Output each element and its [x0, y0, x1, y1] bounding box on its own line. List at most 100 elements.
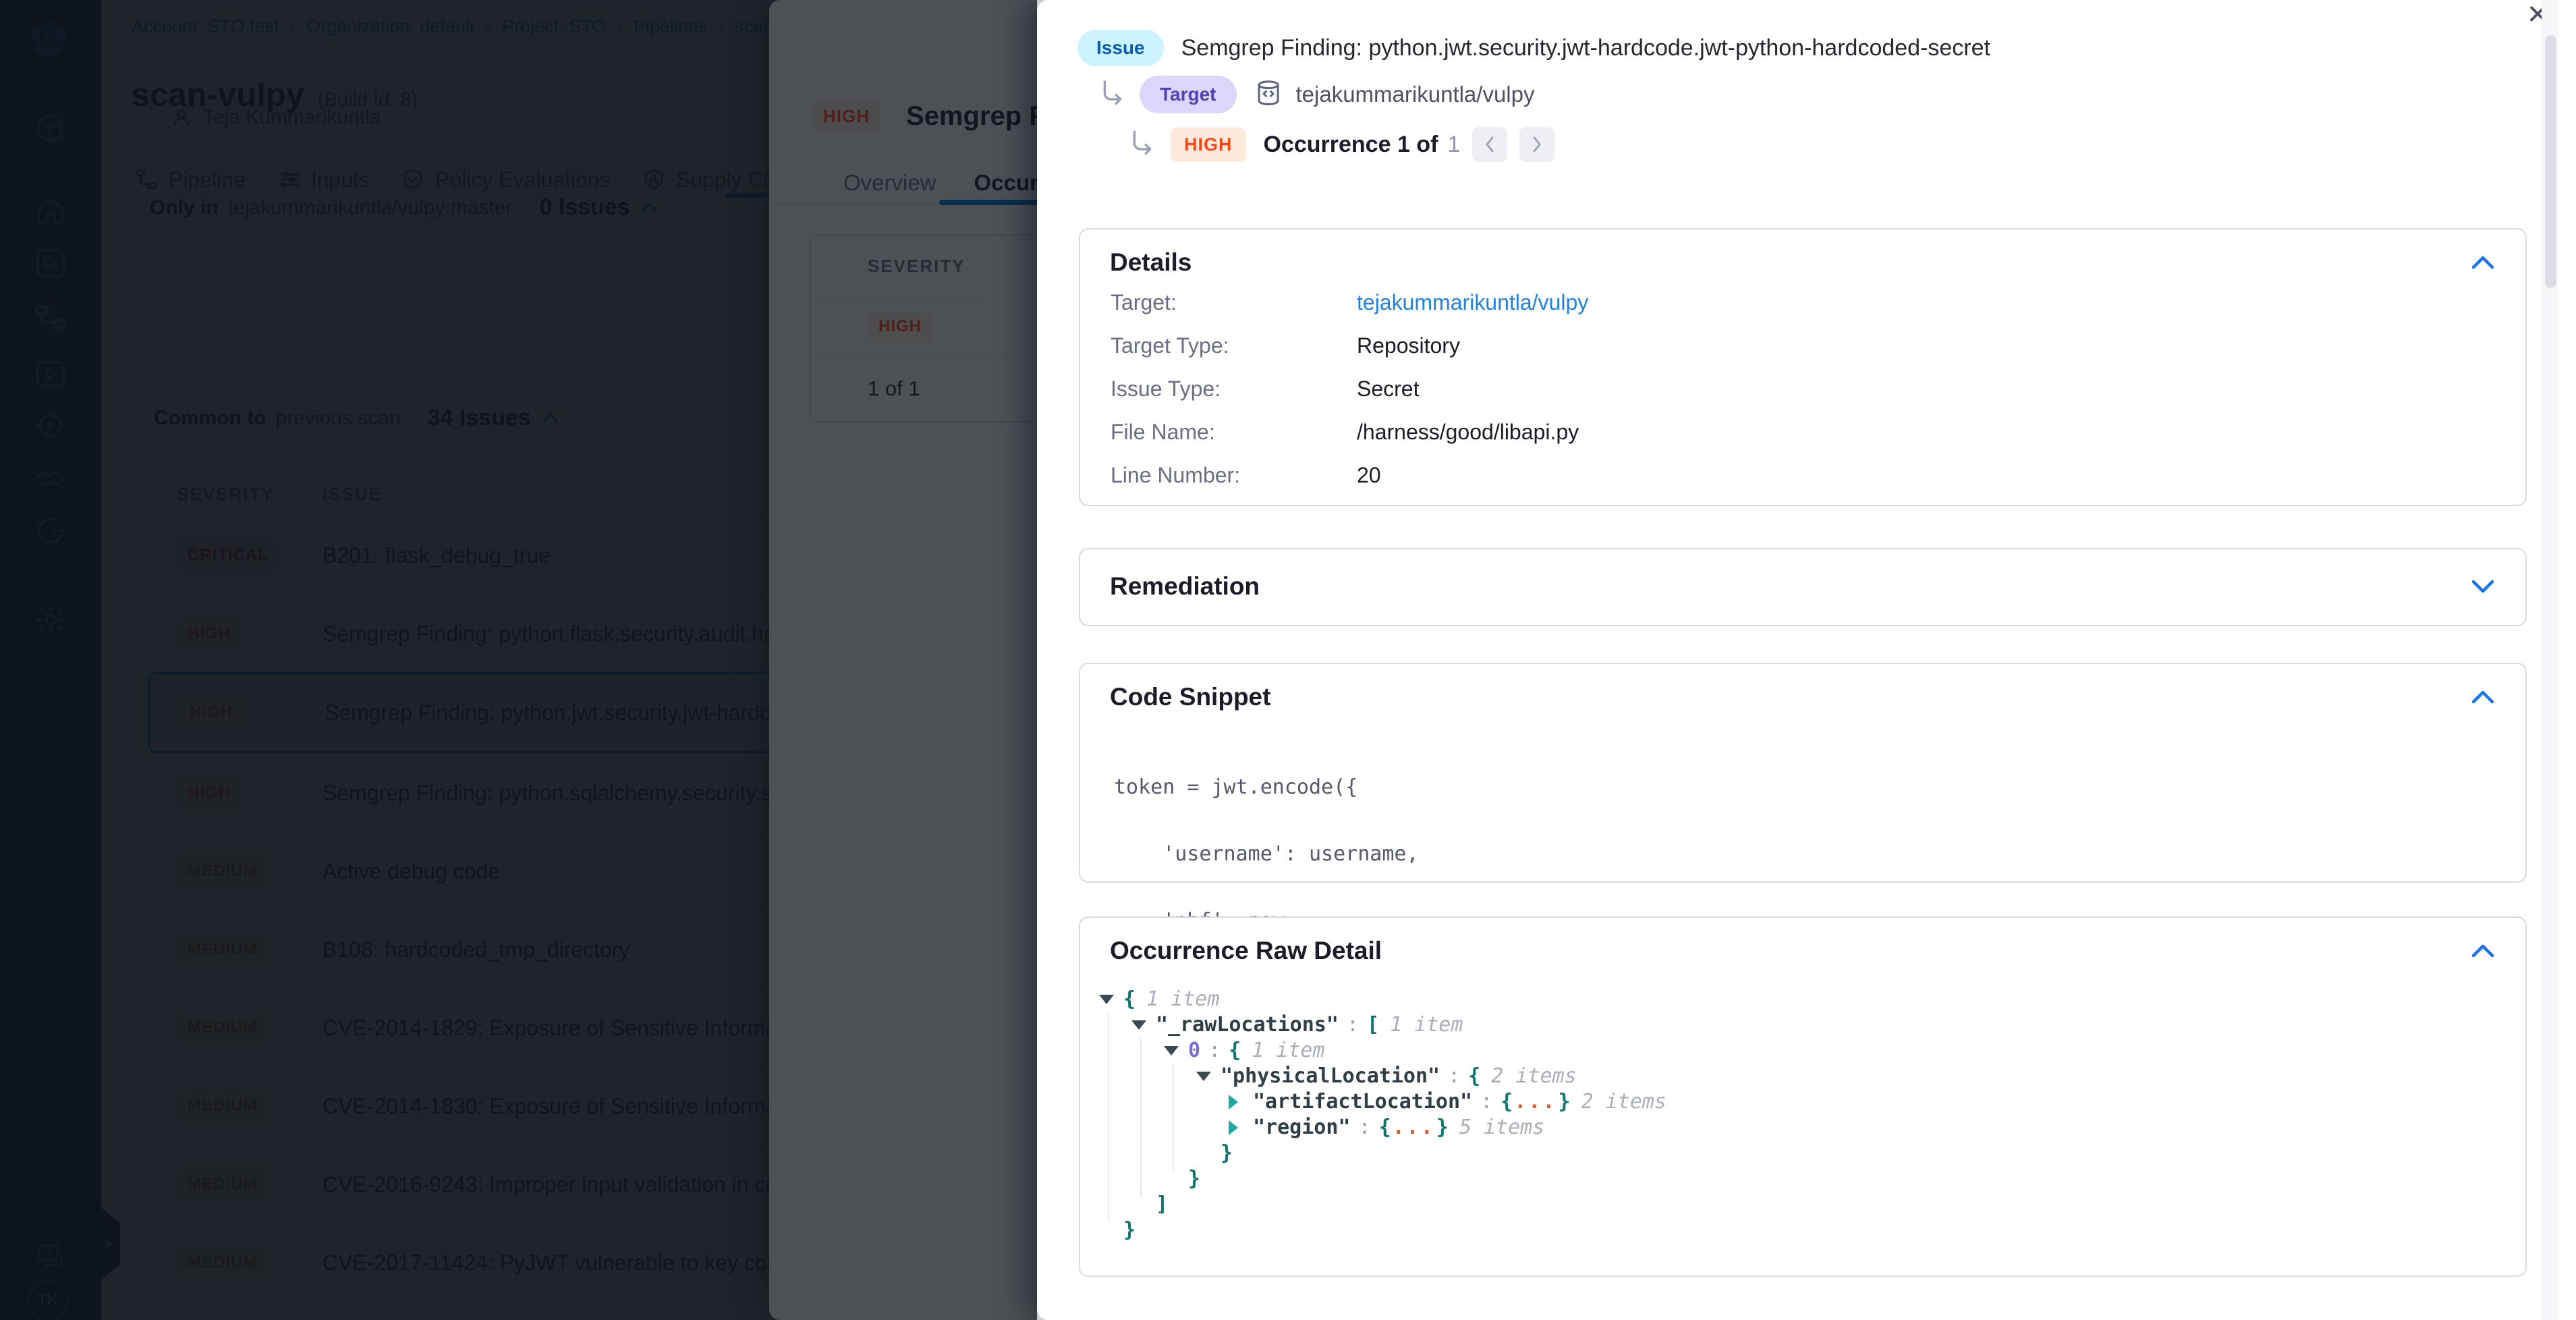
detail-label: Line Number:: [1111, 463, 1357, 488]
detail-label: Issue Type:: [1111, 377, 1357, 402]
json-brace: }: [1558, 1089, 1570, 1115]
json-bracket: ]: [1156, 1192, 1168, 1217]
json-colon: :: [1351, 1115, 1379, 1140]
collapse-triangle-icon[interactable]: [1099, 995, 1123, 1004]
json-count: 1 item: [1241, 1038, 1324, 1064]
json-count: 5 items: [1449, 1115, 1544, 1140]
detail-row: Issue Type: Secret: [1111, 377, 1419, 402]
target-repo-name[interactable]: tejakummarikuntla/vulpy: [1296, 82, 1535, 107]
expand-triangle-icon[interactable]: [1229, 1095, 1253, 1109]
collapse-triangle-icon[interactable]: [1196, 1072, 1221, 1081]
json-count: 1 item: [1136, 987, 1219, 1012]
details-card-header[interactable]: Details: [1080, 229, 2525, 277]
raw-detail-card: Occurrence Raw Detail { 1 item "_rawLoca…: [1079, 916, 2527, 1277]
details-card: Details Target: tejakummarikuntla/vulpy …: [1079, 228, 2527, 506]
chevron-right-icon: [1530, 135, 1544, 154]
json-line: }: [1099, 1217, 1667, 1243]
tree-guide: [1140, 1038, 1142, 1197]
occurrence-total: 1: [1447, 132, 1460, 158]
next-occurrence-button[interactable]: [1519, 127, 1555, 162]
chevron-left-icon: [1483, 135, 1496, 154]
section-heading: Details: [1110, 248, 1192, 277]
chevron-down-icon[interactable]: [2470, 578, 2496, 595]
detail-value: Repository: [1357, 333, 1460, 358]
json-line[interactable]: "physicalLocation" : { 2 items: [1099, 1064, 1667, 1089]
detail-row: Line Number: 20: [1111, 463, 1381, 488]
expand-triangle-icon[interactable]: [1229, 1120, 1253, 1135]
json-index: 0: [1188, 1038, 1200, 1064]
json-colon: :: [1200, 1038, 1229, 1064]
code-line: 'username': username,: [1114, 843, 1626, 865]
chevron-up-icon[interactable]: [2470, 943, 2496, 959]
json-colon: :: [1472, 1089, 1501, 1115]
remediation-card-header[interactable]: Remediation: [1080, 549, 2525, 601]
section-heading: Remediation: [1110, 572, 1260, 601]
json-tree: { 1 item "_rawLocations" : [ 1 item 0 : …: [1099, 987, 1667, 1243]
json-line[interactable]: 0 : { 1 item: [1099, 1038, 1667, 1064]
json-bracket: [: [1367, 1012, 1379, 1038]
code-snippet-card: Code Snippet token = jwt.encode({ 'usern…: [1079, 663, 2527, 883]
json-key: "physicalLocation": [1221, 1064, 1440, 1089]
json-line: }: [1099, 1166, 1667, 1192]
json-brace: }: [1436, 1115, 1449, 1140]
json-brace: }: [1221, 1140, 1233, 1166]
raw-detail-card-header[interactable]: Occurrence Raw Detail: [1080, 918, 2525, 965]
detail-row: File Name: /harness/good/libapi.py: [1111, 420, 1579, 445]
occurrence-label: Occurrence 1 of: [1264, 132, 1438, 158]
json-ellipsis: ...: [1513, 1089, 1558, 1115]
json-line[interactable]: { 1 item: [1099, 987, 1667, 1012]
tree-guide: [1173, 1064, 1174, 1172]
section-heading: Occurrence Raw Detail: [1110, 937, 1382, 965]
json-count: 2 items: [1570, 1089, 1666, 1115]
detail-row: Target Type: Repository: [1111, 333, 1460, 358]
json-ellipsis: ...: [1391, 1115, 1436, 1140]
section-heading: Code Snippet: [1110, 683, 1270, 711]
severity-badge: HIGH: [1171, 128, 1246, 162]
code-snippet-card-header[interactable]: Code Snippet: [1080, 664, 2525, 711]
json-brace: {: [1229, 1038, 1241, 1064]
detail-label: Target:: [1111, 290, 1357, 315]
json-key: "_rawLocations": [1156, 1012, 1339, 1038]
json-key: "region": [1253, 1115, 1351, 1140]
prev-occurrence-button[interactable]: [1472, 127, 1507, 162]
issue-header-row: Issue Semgrep Finding: python.jwt.securi…: [1077, 30, 1990, 66]
detail-label: Target Type:: [1111, 333, 1357, 358]
issue-badge: Issue: [1077, 30, 1164, 66]
target-row: Target tejakummarikuntla/vulpy: [1098, 76, 1534, 113]
json-count: 2 items: [1480, 1064, 1576, 1089]
occurrence-detail-panel: ✕ Issue Semgrep Finding: python.jwt.secu…: [1037, 0, 2576, 1320]
json-colon: :: [1339, 1012, 1367, 1038]
json-line[interactable]: "artifactLocation" : { ... } 2 items: [1099, 1089, 1667, 1115]
tree-guide: [1108, 1012, 1109, 1221]
repository-icon: [1254, 79, 1283, 111]
json-brace: {: [1379, 1115, 1391, 1140]
detail-row: Target: tejakummarikuntla/vulpy: [1111, 290, 1588, 315]
chevron-up-icon[interactable]: [2470, 689, 2496, 705]
detail-value: 20: [1357, 463, 1381, 488]
panel-backdrop[interactable]: [0, 0, 1037, 1320]
scrollbar-thumb[interactable]: [2545, 35, 2556, 288]
json-count: 1 item: [1379, 1012, 1463, 1038]
json-brace: {: [1123, 987, 1136, 1012]
json-line[interactable]: "region" : { ... } 5 items: [1099, 1115, 1667, 1140]
remediation-card: Remediation: [1079, 548, 2527, 626]
json-line[interactable]: "_rawLocations" : [ 1 item: [1099, 1012, 1667, 1038]
json-brace: }: [1188, 1166, 1200, 1192]
collapse-triangle-icon[interactable]: [1164, 1046, 1188, 1055]
detail-value-link[interactable]: tejakummarikuntla/vulpy: [1357, 290, 1588, 315]
issue-title: Semgrep Finding: python.jwt.security.jwt…: [1181, 35, 1990, 61]
detail-value: Secret: [1357, 377, 1419, 402]
code-line: token = jwt.encode({: [1114, 776, 1626, 798]
json-line: ]: [1099, 1192, 1667, 1217]
json-brace: {: [1468, 1064, 1480, 1089]
chevron-up-icon[interactable]: [2470, 254, 2496, 271]
json-brace: {: [1501, 1089, 1513, 1115]
json-brace: }: [1123, 1217, 1136, 1243]
json-line: }: [1099, 1140, 1667, 1166]
target-badge: Target: [1140, 76, 1237, 113]
detail-value: /harness/good/libapi.py: [1357, 420, 1579, 445]
collapse-triangle-icon[interactable]: [1131, 1020, 1156, 1030]
app-root: ? TK ▶ Account: STO test › Organization:…: [0, 0, 2576, 1320]
json-colon: :: [1440, 1064, 1468, 1089]
occurrence-nav-row: HIGH Occurrence 1 of 1: [1127, 127, 1555, 162]
